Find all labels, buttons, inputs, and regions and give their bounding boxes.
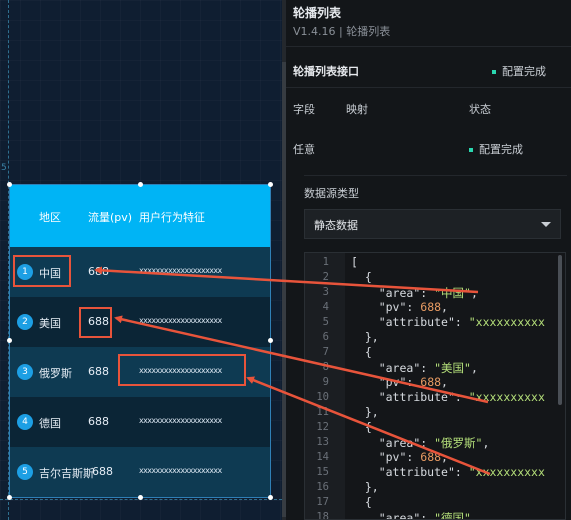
column-header-field: 字段 (293, 103, 315, 116)
rank-badge: 5 (17, 464, 33, 480)
resize-handle[interactable] (7, 495, 12, 500)
line-number: 18 (316, 511, 329, 520)
line-number: 4 (322, 301, 329, 313)
line-number: 1 (322, 256, 329, 268)
resize-handle[interactable] (268, 495, 273, 500)
code-line: }, (351, 480, 379, 494)
datasource-select[interactable]: 静态数据 (304, 209, 561, 239)
code-line: "area": "俄罗斯", (378, 436, 490, 450)
ruler-label: 5 (1, 163, 7, 173)
cell-area: 吉尔吉斯斯 (39, 467, 94, 480)
table-header: 地区 流量(pv) 用户行为特征 (10, 185, 270, 247)
code-line: { (351, 420, 372, 434)
resize-handle[interactable] (138, 182, 143, 187)
highlight-pv-box (79, 307, 112, 338)
resize-handle[interactable] (7, 182, 12, 187)
cell-area: 美国 (39, 317, 61, 330)
field-status: 配置完成 (469, 141, 523, 157)
editor-scrollbar[interactable] (558, 255, 562, 405)
cell-attribute: xxxxxxxxxxxxxxxxxxxx (139, 316, 222, 325)
line-number: 7 (322, 346, 329, 358)
code-line: "area": "中国", (378, 286, 478, 300)
line-number: 8 (322, 361, 329, 373)
rank-badge: 4 (17, 414, 33, 430)
field-name: 任意 (293, 143, 315, 156)
line-number-gutter: 1 2 3 4 5 6 7 8 9 10 11 12 13 14 15 16 1… (305, 253, 345, 520)
cell-pv: 688 (88, 365, 109, 378)
divider (304, 175, 567, 176)
line-number: 6 (322, 331, 329, 343)
header-attribute: 用户行为特征 (139, 211, 205, 224)
line-number: 16 (316, 481, 329, 493)
cell-attribute: xxxxxxxxxxxxxxxxxxxx (139, 466, 222, 475)
code-line: "pv": 688, (378, 300, 448, 314)
cell-pv: 688 (88, 415, 109, 428)
divider (286, 87, 571, 88)
section-status: 配置完成 (492, 63, 546, 79)
table-row: 5 吉尔吉斯斯 688 xxxxxxxxxxxxxxxxxxxx (10, 447, 270, 497)
panel-scroll-thumb[interactable] (282, 62, 286, 517)
resize-handle[interactable] (268, 338, 273, 343)
resize-handle[interactable] (268, 182, 273, 187)
code-line: "pv": 688, (378, 375, 448, 389)
code-line: [ (351, 255, 358, 269)
design-canvas[interactable]: 5 地区 流量(pv) 用户行为特征 1 中国 688 xxxxxxxxxxxx… (0, 0, 282, 520)
code-line: "attribute": "xxxxxxxxxx (378, 465, 545, 479)
datasource-label: 数据源类型 (304, 187, 359, 200)
table-row: 4 德国 688 xxxxxxxxxxxxxxxxxxxx (10, 397, 270, 447)
line-number: 3 (322, 286, 329, 298)
highlight-attribute-box (118, 354, 246, 386)
line-number: 9 (322, 376, 329, 388)
cell-area: 俄罗斯 (39, 367, 72, 380)
status-dot-icon (492, 70, 496, 74)
header-pv: 流量(pv) (88, 211, 133, 224)
cell-attribute: xxxxxxxxxxxxxxxxxxxx (139, 266, 222, 275)
config-panel: 轮播列表 V1.4.16 | 轮播列表 轮播列表接口 配置完成 字段 映射 状态… (282, 0, 571, 520)
line-number: 12 (316, 421, 329, 433)
carousel-list-widget[interactable]: 地区 流量(pv) 用户行为特征 1 中国 688 xxxxxxxxxxxxxx… (9, 184, 271, 498)
section-title: 轮播列表接口 (293, 65, 359, 78)
rank-badge: 2 (17, 314, 33, 330)
code-line: { (351, 270, 372, 284)
highlight-area-box (13, 255, 71, 287)
line-number: 2 (322, 271, 329, 283)
code-line: "attribute": "xxxxxxxxxx (378, 315, 545, 329)
code-line: }, (351, 330, 379, 344)
datasource-selected: 静态数据 (314, 219, 358, 232)
code-line: "area": "美国", (378, 361, 478, 375)
line-number: 15 (316, 466, 329, 478)
chevron-down-icon (541, 222, 551, 227)
code-line: { (351, 495, 372, 509)
resize-handle[interactable] (138, 495, 143, 500)
status-dot-icon (469, 148, 473, 152)
code-line: }, (351, 405, 379, 419)
json-editor[interactable]: 1 2 3 4 5 6 7 8 9 10 11 12 13 14 15 16 1… (304, 252, 566, 520)
line-number: 13 (316, 436, 329, 448)
cell-attribute: xxxxxxxxxxxxxxxxxxxx (139, 416, 222, 425)
code-line: "attribute": "xxxxxxxxxx (378, 390, 545, 404)
cell-area: 德国 (39, 417, 61, 430)
header-area: 地区 (39, 211, 61, 224)
cell-pv: 688 (88, 265, 109, 278)
code-line: { (351, 345, 372, 359)
line-number: 10 (316, 391, 329, 403)
line-number: 17 (316, 496, 329, 508)
panel-scrollbar[interactable] (282, 0, 286, 520)
cell-pv: 688 (92, 465, 113, 478)
panel-title: 轮播列表 (293, 6, 342, 20)
panel-version: V1.4.16 | 轮播列表 (293, 25, 391, 38)
code-line: "pv": 688, (378, 450, 448, 464)
line-number: 11 (316, 406, 329, 418)
code-line: "area": "德国", (378, 511, 478, 520)
column-header-status: 状态 (469, 103, 491, 116)
line-number: 5 (322, 316, 329, 328)
column-header-mapping: 映射 (346, 103, 368, 116)
resize-handle[interactable] (7, 338, 12, 343)
line-number: 14 (316, 451, 329, 463)
table-row: 2 美国 688 xxxxxxxxxxxxxxxxxxxx (10, 297, 270, 347)
divider (286, 46, 571, 47)
rank-badge: 3 (17, 364, 33, 380)
